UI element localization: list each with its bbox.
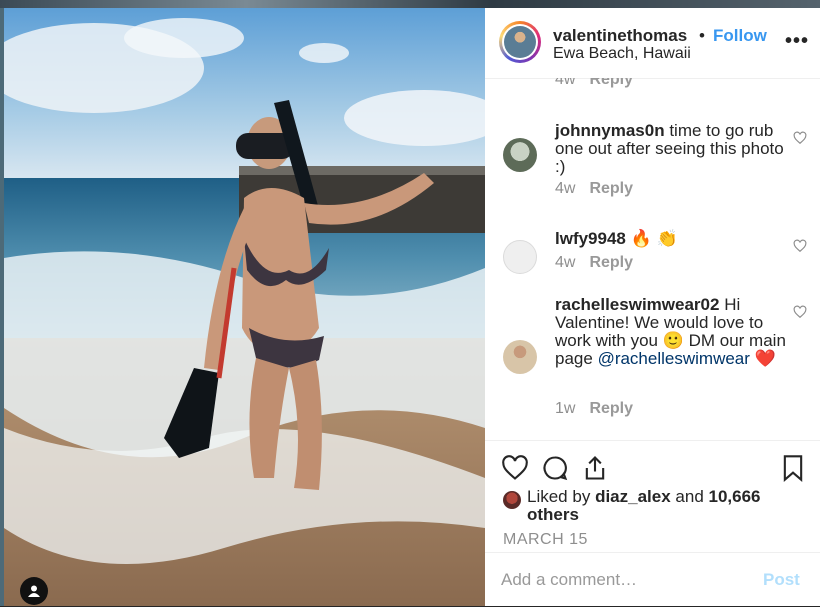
comment-time: 1w	[555, 400, 576, 417]
commenter-avatar[interactable]	[503, 240, 537, 274]
comment-body: 🔥 👏	[630, 229, 678, 248]
comment-username[interactable]: johnnymas0n	[555, 121, 665, 140]
follow-button[interactable]: Follow	[713, 26, 767, 46]
post-header: valentinethomas • Follow Ewa Beach, Hawa…	[485, 8, 820, 79]
comment-time: 4w	[555, 78, 576, 88]
post-button[interactable]: Post	[763, 570, 800, 590]
liker-avatar[interactable]	[503, 491, 521, 509]
commenter-avatar[interactable]	[503, 340, 537, 374]
comment-time: 4w	[555, 180, 576, 197]
comment-like-icon[interactable]	[793, 239, 807, 253]
user-tag-icon[interactable]	[20, 577, 48, 605]
comment-time: 4w	[555, 254, 576, 271]
comment-meta: 4w Reply	[555, 78, 633, 89]
reply-button[interactable]: Reply	[589, 180, 633, 197]
likes-prefix: Liked by	[527, 487, 591, 506]
comment-input[interactable]	[501, 568, 751, 592]
commenter-avatar[interactable]	[503, 138, 537, 172]
comment-username[interactable]: lwfy9948	[555, 229, 626, 248]
likes-summary: Liked by diaz_alex and 10,666 others	[527, 488, 767, 524]
bookmark-icon[interactable]	[779, 454, 807, 482]
liker-username[interactable]: diaz_alex	[595, 487, 671, 506]
comment-meta: 4w Reply	[555, 180, 633, 198]
reply-button[interactable]: Reply	[589, 254, 633, 271]
mention-link[interactable]: @rachelleswimwear	[598, 349, 750, 368]
person-glyph	[28, 585, 40, 597]
add-comment-bar: Post	[485, 552, 820, 607]
share-icon[interactable]	[581, 454, 609, 482]
post-location[interactable]: Ewa Beach, Hawaii	[553, 45, 691, 63]
comment-text: rachelleswimwear02 Hi Valentine! We woul…	[555, 296, 787, 368]
comment-text: lwfy9948 🔥 👏	[555, 230, 787, 248]
comment-emoji: ❤️	[754, 349, 776, 368]
avatar-border	[502, 24, 538, 60]
background-strip	[0, 0, 820, 8]
comment-username[interactable]: rachelleswimwear02	[555, 295, 719, 314]
comment-meta: 1w Reply	[555, 400, 633, 418]
more-options-icon[interactable]: •••	[785, 30, 809, 53]
author-avatar[interactable]	[499, 21, 541, 63]
post-actions: Liked by diaz_alex and 10,666 others MAR…	[485, 440, 820, 553]
comment-meta: 4w Reply	[555, 254, 633, 272]
post-date[interactable]: MARCH 15	[503, 531, 588, 549]
reply-button[interactable]: Reply	[589, 78, 633, 88]
header-separator: •	[699, 26, 705, 45]
beach-photo-illustration	[4, 8, 485, 606]
comment-icon[interactable]	[541, 454, 569, 482]
comment-like-icon[interactable]	[793, 131, 807, 145]
author-username[interactable]: valentinethomas	[553, 26, 699, 46]
comments-list[interactable]: 4w Reply johnnymas0n time to go rub one o…	[485, 78, 820, 440]
likes-conjunction: and	[675, 487, 704, 506]
heart-icon[interactable]	[501, 454, 529, 482]
comment-like-icon[interactable]	[793, 305, 807, 319]
comment-text: johnnymas0n time to go rub one out after…	[555, 122, 787, 176]
post-photo[interactable]	[4, 8, 485, 606]
reply-button[interactable]: Reply	[589, 400, 633, 417]
avatar-image	[504, 26, 536, 58]
post-sidebar: valentinethomas • Follow Ewa Beach, Hawa…	[485, 8, 820, 606]
